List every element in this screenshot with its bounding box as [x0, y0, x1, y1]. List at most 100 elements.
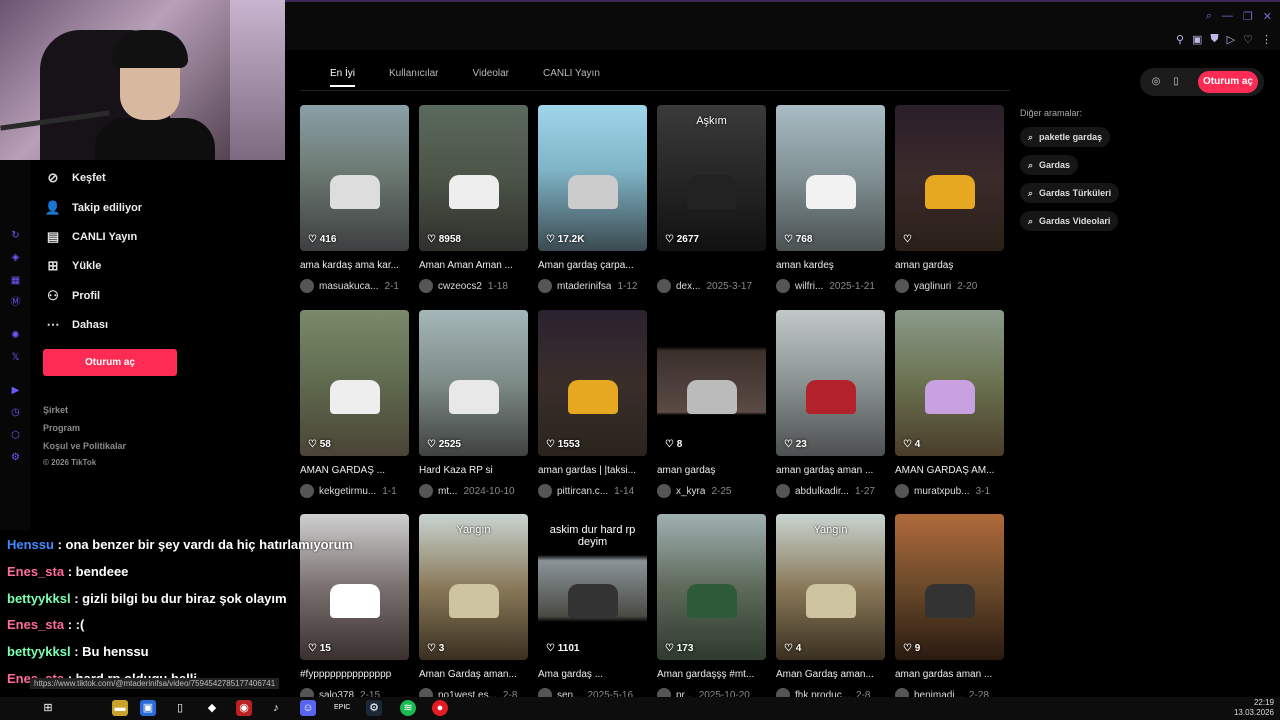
play-icon[interactable]: ▷ — [1227, 33, 1235, 46]
video-card[interactable]: ♡ 416 ama kardaş ama kar... masuakuca... 2-… — [300, 105, 409, 293]
pin-icon[interactable]: ⚲ — [1176, 33, 1184, 46]
video-title[interactable]: Aman Gardaş aman... — [419, 669, 528, 682]
video-card[interactable]: Yangın ♡ 3 Aman Gardaş aman... no1west.es..… — [419, 514, 528, 702]
video-card[interactable]: ♡ 2525 Hard Kaza RP si mt... 2024-10-10 — [419, 310, 528, 498]
other-search-item[interactable]: ⌕ paketle gardaş — [1020, 127, 1111, 147]
video-thumbnail[interactable]: Yangın ♡ 3 — [419, 514, 528, 660]
sidebar-item-upload[interactable]: ⊞ Yükle — [44, 254, 102, 278]
avatar[interactable] — [419, 484, 433, 498]
close-icon[interactable]: ✕ — [1263, 10, 1272, 23]
video-thumbnail[interactable]: ♡ 4 — [895, 310, 1004, 456]
tiktok-icon[interactable]: ♪ — [268, 700, 284, 716]
video-card[interactable]: Aşkım ♡ 2677 dex... 2025-3-17 — [657, 105, 766, 293]
video-title[interactable] — [657, 260, 766, 273]
video-title[interactable]: Hard Kaza RP si — [419, 465, 528, 478]
video-author[interactable]: muratxpub... — [914, 486, 970, 497]
video-card[interactable]: askim dur hard rp deyim ♡ 1101 Ama gardaş … — [538, 514, 647, 702]
video-thumbnail[interactable]: ♡ 17.2K — [538, 105, 647, 251]
video-card[interactable]: ♡ aman gardaş yaglinuri 2-20 — [895, 105, 1004, 293]
video-title[interactable]: AMAN GARDAŞ ... — [300, 465, 409, 478]
video-author[interactable]: pittircan.c... — [557, 486, 608, 497]
tab-users[interactable]: Kullanıcılar — [389, 68, 438, 87]
compass-icon[interactable]: ◎ — [1149, 75, 1163, 89]
video-title[interactable]: aman gardas | |taksi... — [538, 465, 647, 478]
video-thumbnail[interactable]: ♡ 58 — [300, 310, 409, 456]
video-title[interactable]: Aman gardaş çarpa... — [538, 260, 647, 273]
sidebar-item-more[interactable]: ⋯ Dahası — [44, 313, 109, 337]
avatar[interactable] — [657, 279, 671, 293]
avatar[interactable] — [895, 484, 909, 498]
search-icon[interactable]: ⌕ — [1206, 10, 1212, 23]
other-search-item[interactable]: ⌕ Gardas — [1020, 155, 1079, 175]
avatar[interactable] — [776, 484, 790, 498]
video-card[interactable]: ♡ 58 AMAN GARDAŞ ... kekgetirmu... 1-1 — [300, 310, 409, 498]
epic-icon[interactable]: EPIC — [334, 700, 350, 716]
footer-program[interactable]: Program — [43, 423, 80, 433]
other-search-item[interactable]: ⌕ Gardas Videolari — [1020, 211, 1119, 231]
video-title[interactable]: aman gardaş — [895, 260, 1004, 273]
video-thumbnail[interactable]: ♡ 416 — [300, 105, 409, 251]
video-author[interactable]: cwzeocs2 — [438, 281, 482, 292]
settings-icon[interactable]: ⚙ — [10, 452, 21, 463]
video-card[interactable]: Yangın ♡ 4 Aman Gardaş aman... fhk.produc..… — [776, 514, 885, 702]
refresh-icon[interactable]: ↻ — [10, 230, 21, 241]
footer-terms[interactable]: Koşul ve Politikalar — [43, 441, 126, 451]
cube-icon[interactable]: ◆ — [204, 700, 220, 716]
video-thumbnail[interactable]: ♡ 15 — [300, 514, 409, 660]
minimize-icon[interactable]: — — [1222, 10, 1233, 23]
play-circle-icon[interactable]: ▶ — [10, 385, 21, 396]
video-title[interactable]: #fypppppppppppppp — [300, 669, 409, 682]
video-thumbnail[interactable]: ♡ 9 — [895, 514, 1004, 660]
m-icon[interactable]: Ⓜ — [10, 297, 21, 308]
video-author[interactable]: yaglinuri — [914, 281, 951, 292]
sidebar-item-following[interactable]: 👤 Takip ediliyor — [44, 196, 142, 220]
file-icon[interactable]: ▯ — [172, 700, 188, 716]
video-thumbnail[interactable]: ♡ 768 — [776, 105, 885, 251]
footer-company[interactable]: Şirket — [43, 405, 68, 415]
avatar[interactable] — [776, 279, 790, 293]
video-title[interactable]: aman gardaş aman ... — [776, 465, 885, 478]
video-title[interactable]: Aman Gardaş aman... — [776, 669, 885, 682]
chatgpt-icon[interactable]: ✺ — [10, 330, 21, 341]
video-thumbnail[interactable]: ♡ 8958 — [419, 105, 528, 251]
tab-top[interactable]: En İyi — [330, 68, 356, 87]
video-thumbnail[interactable]: ♡ 1553 — [538, 310, 647, 456]
video-title[interactable]: Aman gardaşşş #mt... — [657, 669, 766, 682]
spotify-icon[interactable]: ≋ — [400, 700, 416, 716]
video-card[interactable]: ♡ 23 aman gardaş aman ... abdulkadir... 1-2… — [776, 310, 885, 498]
video-title[interactable]: aman gardas aman ... — [895, 669, 1004, 682]
video-author[interactable]: x_kyra — [676, 486, 705, 497]
phone-icon[interactable]: ▯ — [1169, 75, 1183, 89]
video-card[interactable]: ♡ 8 aman gardaş x_kyra 2-25 — [657, 310, 766, 498]
video-author[interactable]: masuakuca... — [319, 281, 378, 292]
video-thumbnail[interactable]: ♡ 8 — [657, 310, 766, 456]
sidebar-login-button[interactable]: Oturum aç — [43, 349, 177, 376]
avatar[interactable] — [895, 279, 909, 293]
video-thumbnail[interactable]: Yangın ♡ 4 — [776, 514, 885, 660]
video-author[interactable]: abdulkadir... — [795, 486, 849, 497]
video-card[interactable]: ♡ 1553 aman gardas | |taksi... pittircan.c… — [538, 310, 647, 498]
video-author[interactable]: wilfri... — [795, 281, 823, 292]
other-search-item[interactable]: ⌕ Gardas Türküleri — [1020, 183, 1120, 203]
avatar[interactable] — [538, 279, 552, 293]
avatar[interactable] — [657, 484, 671, 498]
video-title[interactable]: ama kardaş ama kar... — [300, 260, 409, 273]
folder-icon[interactable]: ▬ — [112, 700, 128, 716]
video-thumbnail[interactable]: ♡ 173 — [657, 514, 766, 660]
video-thumbnail[interactable]: ♡ — [895, 105, 1004, 251]
tab-live[interactable]: CANLI Yayın — [543, 68, 600, 87]
x-icon[interactable]: 𝕏 — [10, 352, 21, 363]
tab-videos[interactable]: Videolar — [472, 68, 509, 87]
recording-icon[interactable]: ● — [432, 700, 448, 716]
header-login-button[interactable]: Oturum aç — [1198, 71, 1258, 93]
video-thumbnail[interactable]: ♡ 23 — [776, 310, 885, 456]
history-icon[interactable]: ◷ — [10, 407, 21, 418]
steam-icon[interactable]: ⚙ — [366, 700, 382, 716]
video-title[interactable]: Aman Aman Aman ... — [419, 260, 528, 273]
shield-icon[interactable]: ⛊ — [1210, 33, 1218, 46]
video-card[interactable]: ♡ 173 Aman gardaşşş #mt... pr... 2025-10-20 — [657, 514, 766, 702]
menu-icon[interactable]: ⋮ — [1261, 33, 1272, 46]
avatar[interactable] — [300, 279, 314, 293]
avatar[interactable] — [538, 484, 552, 498]
discord-icon[interactable]: ☺ — [300, 700, 316, 716]
